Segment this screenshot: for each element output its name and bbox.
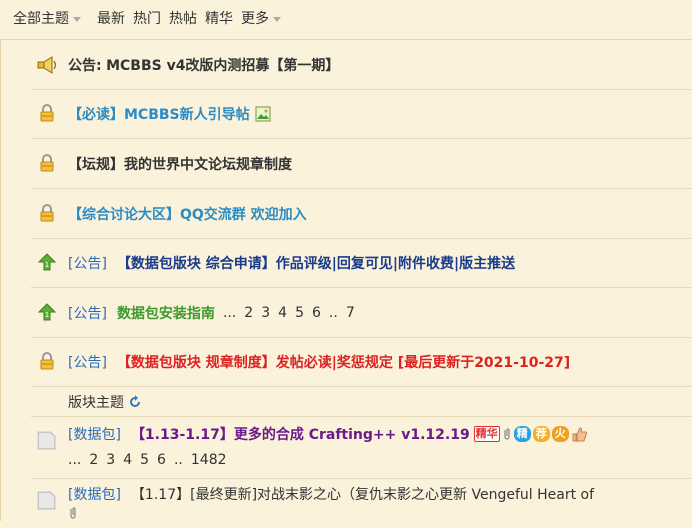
page-ellipsis: .. bbox=[328, 305, 338, 321]
lock-icon bbox=[40, 104, 54, 122]
rules-title[interactable]: 【坛规】我的世界中文论坛规章制度 bbox=[68, 154, 292, 174]
paperclip-icon bbox=[70, 507, 76, 519]
all-topics-dropdown[interactable]: 全部主题 bbox=[13, 8, 81, 28]
section-header: 版块主题 bbox=[31, 386, 692, 417]
thread-type-tag[interactable]: [公告] bbox=[68, 253, 107, 273]
topbar: 全部主题 最新 热门 热帖 精华 更多 bbox=[0, 0, 692, 36]
guide-title[interactable]: 数据包安装指南 bbox=[117, 303, 215, 323]
thread-type-tag[interactable]: [公告] bbox=[68, 352, 107, 372]
discuss-title[interactable]: 【综合讨论大区】QQ交流群 欢迎加入 bbox=[68, 204, 307, 224]
essence-badge: 精 bbox=[513, 426, 531, 442]
thread-doc-icon bbox=[37, 491, 56, 510]
page-link[interactable]: 1482 bbox=[191, 452, 227, 468]
recommend-badge: 荐 bbox=[532, 426, 550, 442]
page-link[interactable]: 5 bbox=[295, 305, 304, 321]
page-link[interactable]: 2 bbox=[89, 452, 98, 468]
hot-badge: 火 bbox=[551, 426, 569, 442]
page-ellipsis: ... bbox=[68, 452, 82, 468]
pin-up-arrow-icon: 1 bbox=[38, 303, 56, 321]
page-ellipsis: .. bbox=[173, 452, 183, 468]
pinned-row-board-rules[interactable]: [公告] 【数据包版块 规章制度】发帖必读|奖惩规定 [最后更新于2021-10… bbox=[31, 337, 692, 387]
page-link[interactable]: 3 bbox=[261, 305, 270, 321]
filter-popular[interactable]: 热帖 bbox=[169, 8, 197, 28]
thread-list: 公告: MCBBS v4改版内测招募【第一期】 【必读】MCBBS新人引导帖 【… bbox=[0, 39, 692, 521]
announcement-prefix: 公告: bbox=[68, 58, 102, 74]
page-link[interactable]: 7 bbox=[346, 305, 355, 321]
megaphone-icon bbox=[37, 55, 57, 74]
all-topics-label: 全部主题 bbox=[13, 11, 69, 27]
thread-type-tag[interactable]: [数据包] bbox=[68, 424, 121, 444]
pinned-row-guide[interactable]: 1 [公告] 数据包安装指南 ... 2 3 4 5 6.. 7 bbox=[31, 287, 692, 338]
more-label: 更多 bbox=[241, 11, 269, 27]
lock-icon bbox=[40, 204, 54, 222]
page-link[interactable]: 6 bbox=[312, 305, 321, 321]
page-link[interactable]: 4 bbox=[278, 305, 287, 321]
thread-type-tag[interactable]: [数据包] bbox=[68, 484, 121, 504]
announcement-title[interactable]: MCBBS v4改版内测招募【第一期】 bbox=[106, 55, 339, 75]
section-label: 版块主题 bbox=[68, 395, 124, 411]
announcement-row[interactable]: 公告: MCBBS v4改版内测招募【第一期】 bbox=[31, 40, 692, 90]
filter-essence[interactable]: 精华 bbox=[205, 8, 233, 28]
digest-badge: 精华 bbox=[473, 426, 500, 442]
thread-title[interactable]: 【1.13-1.17】更多的合成 Crafting++ v1.12.19 bbox=[131, 424, 470, 444]
board-rules-title[interactable]: 【数据包版块 规章制度】发帖必读|奖惩规定 [最后更新于2021-10-27] bbox=[117, 352, 570, 372]
paperclip-icon bbox=[504, 428, 510, 440]
page-link[interactable]: 2 bbox=[244, 305, 253, 321]
pin-up-arrow-icon: 1 bbox=[38, 253, 56, 271]
pagination: ... 2 3 4 5 6.. 7 bbox=[223, 305, 363, 321]
pinned-row-rules[interactable]: 【坛规】我的世界中文论坛规章制度 bbox=[31, 138, 692, 189]
image-attachment-icon bbox=[255, 106, 271, 122]
chevron-down-icon bbox=[73, 16, 81, 22]
svg-text:1: 1 bbox=[45, 261, 49, 269]
svg-text:1: 1 bbox=[45, 311, 49, 319]
pagination: ... 2 3 4 5 6.. 1482 bbox=[68, 452, 235, 468]
page-ellipsis: ... bbox=[222, 305, 237, 321]
must-read-title[interactable]: 【必读】MCBBS新人引导帖 bbox=[68, 104, 250, 124]
thread-type-tag[interactable]: [公告] bbox=[68, 303, 107, 323]
lock-icon bbox=[40, 352, 54, 370]
page-link[interactable]: 3 bbox=[106, 452, 115, 468]
page-link[interactable]: 6 bbox=[157, 452, 166, 468]
page-link[interactable]: 5 bbox=[140, 452, 149, 468]
thread-doc-icon bbox=[37, 431, 56, 450]
lock-icon bbox=[40, 154, 54, 172]
chevron-down-icon bbox=[273, 16, 281, 22]
filter-latest[interactable]: 最新 bbox=[97, 8, 125, 28]
page-link[interactable]: 4 bbox=[123, 452, 132, 468]
more-dropdown[interactable]: 更多 bbox=[241, 8, 281, 28]
apply-title[interactable]: 【数据包版块 综合申请】作品评级|回复可见|附件收费|版主推送 bbox=[117, 253, 515, 273]
refresh-icon[interactable] bbox=[128, 395, 142, 409]
thumbs-up-icon bbox=[572, 427, 587, 442]
filter-hot[interactable]: 热门 bbox=[133, 8, 161, 28]
pinned-row-discuss[interactable]: 【综合讨论大区】QQ交流群 欢迎加入 bbox=[31, 188, 692, 239]
pinned-row-apply[interactable]: 1 [公告] 【数据包版块 综合申请】作品评级|回复可见|附件收费|版主推送 bbox=[31, 238, 692, 288]
pinned-row-must-read[interactable]: 【必读】MCBBS新人引导帖 bbox=[31, 89, 692, 139]
thread-title[interactable]: 【1.17】[最终更新]对战末影之心（复仇末影之心更新 Vengeful Hea… bbox=[131, 484, 594, 504]
thread-row[interactable]: [数据包] 【1.13-1.17】更多的合成 Crafting++ v1.12.… bbox=[31, 416, 692, 479]
